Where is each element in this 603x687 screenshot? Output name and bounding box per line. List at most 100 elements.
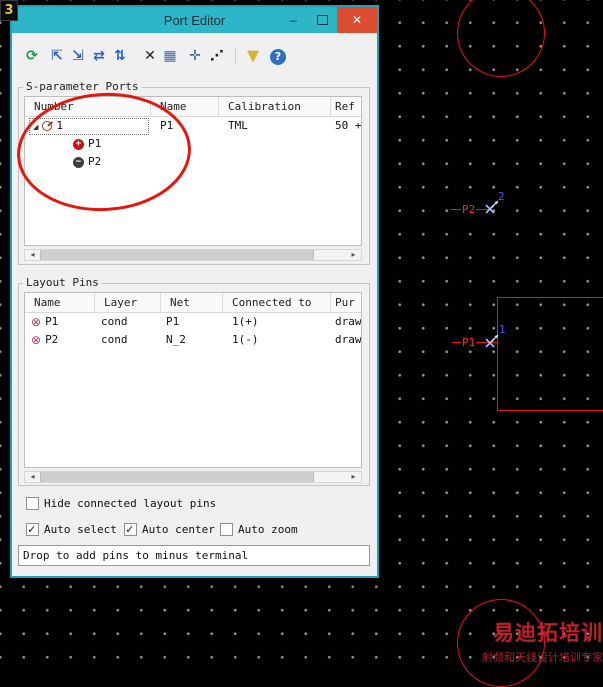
auto-select-option: Auto select: [26, 522, 117, 536]
column-header-net[interactable]: Net: [161, 293, 223, 312]
auto-select-label: Auto select: [44, 523, 117, 536]
port-gauge-icon: [42, 121, 53, 131]
auto-center-checkbox[interactable]: [124, 522, 137, 536]
pin-net: N_2: [166, 333, 186, 346]
watermark: 易迪拓培训 射频和天线设计培训专家: [431, 617, 603, 665]
pin-name: P2: [45, 333, 59, 346]
scroll-left-arrow[interactable]: [25, 250, 40, 260]
port-number-p1: 1: [499, 323, 506, 336]
column-header-ref-impedance[interactable]: Ref I: [331, 97, 361, 116]
auto-center-option: Auto center: [124, 522, 215, 536]
layout-pins-table: Name Layer Net Connected to Pur P1 cond …: [24, 292, 362, 468]
swap-terminals-icon[interactable]: ⇄: [89, 46, 109, 66]
scroll-thumb[interactable]: [40, 472, 314, 482]
column-header-pin-name[interactable]: Name: [25, 293, 95, 312]
properties-icon[interactable]: ▦: [160, 46, 180, 66]
auto-center-label: Auto center: [142, 523, 215, 536]
hide-connected-option: Hide connected layout pins: [26, 497, 216, 510]
port-number-cell: 1: [56, 119, 64, 132]
pins-table-header: Name Layer Net Connected to Pur: [25, 293, 361, 313]
column-header-layer[interactable]: Layer: [95, 293, 161, 312]
pin-to-minus-icon[interactable]: ⇲: [68, 46, 88, 66]
layout-pins-group-label: Layout Pins: [23, 276, 102, 289]
port-name-cell: P1: [160, 119, 174, 132]
pin-layer: cond: [101, 315, 128, 328]
watermark-line1: 易迪拓培训: [493, 621, 603, 645]
maximize-button[interactable]: [308, 7, 337, 33]
pin-purpose: draw: [335, 333, 362, 346]
window-title: Port Editor: [163, 12, 226, 28]
layout-pins-group: Layout Pins Name Layer Net Connected to …: [18, 276, 370, 486]
scroll-right-arrow[interactable]: [346, 472, 361, 482]
plus-terminal-icon: [73, 138, 84, 150]
sparam-ports-table: Number Name Calibration Ref I 1 P1 TML 5…: [24, 96, 362, 246]
pin-net: P1: [166, 315, 180, 328]
pin-row-p2[interactable]: P2 cond N_2 1(-) draw: [25, 331, 361, 349]
pin-connected-to: 1(+): [232, 315, 259, 328]
plus-terminal-name: P1: [88, 137, 102, 150]
pin-icon: [31, 313, 41, 331]
minus-terminal-icon: [73, 156, 84, 168]
pin-purpose: draw: [335, 315, 362, 328]
delete-icon[interactable]: ✕: [140, 46, 160, 66]
port-calibration-cell: TML: [228, 119, 248, 132]
auto-zoom-checkbox[interactable]: [220, 523, 233, 536]
pin-layer: cond: [101, 333, 128, 346]
pins-horizontal-scrollbar[interactable]: [24, 471, 362, 483]
pin-to-plus-icon[interactable]: ⇱: [47, 46, 67, 66]
layout-circle-top: [457, 0, 545, 77]
column-header-number[interactable]: Number: [25, 97, 151, 116]
titlebar[interactable]: Port Editor – ✕: [12, 7, 377, 33]
app-icon: 3: [0, 0, 18, 21]
toolbar-separator: [235, 47, 236, 65]
sparam-table-header: Number Name Calibration Ref I: [25, 97, 361, 117]
hide-connected-label: Hide connected layout pins: [44, 497, 217, 510]
port-editor-window: Port Editor – ✕ ⟳ ⇱ ⇲ ⇄ ⇅ ✕ ▦ ✛ ⋰ ▼ ? S-…: [10, 5, 379, 578]
toolbar: ⟳ ⇱ ⇲ ⇄ ⇅ ✕ ▦ ✛ ⋰ ▼ ?: [12, 33, 377, 69]
auto-zoom-option: Auto zoom: [220, 523, 298, 536]
help-icon[interactable]: ?: [268, 46, 288, 66]
scroll-track[interactable]: [314, 250, 346, 260]
sparam-horizontal-scrollbar[interactable]: [24, 249, 362, 261]
scroll-thumb[interactable]: [40, 250, 314, 260]
close-button[interactable]: ✕: [337, 7, 377, 33]
pin-row-p1[interactable]: P1 cond P1 1(+) draw: [25, 313, 361, 331]
column-header-connected-to[interactable]: Connected to: [223, 293, 331, 312]
port-row[interactable]: 1 P1 TML 50 +: [25, 117, 361, 135]
port-ref-impedance-cell: 50 +: [335, 119, 362, 132]
terminal-row-plus[interactable]: P1: [25, 135, 361, 153]
auto-select-checkbox[interactable]: [26, 522, 39, 536]
drop-hint-text: Drop to add pins to minus terminal: [18, 545, 370, 566]
scroll-left-arrow[interactable]: [25, 472, 40, 482]
net-label-p2: P2: [461, 203, 477, 216]
port-number-p2: 2: [498, 190, 505, 203]
port-marker-p1[interactable]: [484, 334, 500, 350]
refresh-icon[interactable]: ⟳: [22, 46, 42, 66]
connect-icon[interactable]: ⋰: [207, 46, 227, 66]
tree-expander-icon[interactable]: [33, 117, 38, 135]
net-label-p1: P1: [461, 336, 477, 349]
help-glyph: ?: [270, 49, 286, 65]
move-icon[interactable]: ✛: [185, 46, 205, 66]
renumber-ports-icon[interactable]: ⇅: [110, 46, 130, 66]
maximize-icon: [317, 15, 328, 25]
sparam-ports-group-label: S-parameter Ports: [23, 80, 142, 93]
hide-connected-checkbox[interactable]: [26, 497, 39, 510]
column-header-purpose[interactable]: Pur: [331, 293, 361, 312]
pin-icon: [31, 331, 41, 349]
pin-name: P1: [45, 315, 59, 328]
scroll-track[interactable]: [314, 472, 346, 482]
layout-rectangle: [497, 297, 603, 411]
filter-icon[interactable]: ▼: [243, 46, 263, 66]
column-header-name[interactable]: Name: [151, 97, 219, 116]
pin-connected-to: 1(-): [232, 333, 259, 346]
minimize-button[interactable]: –: [279, 7, 308, 33]
terminal-row-minus[interactable]: P2: [25, 153, 361, 171]
minus-terminal-name: P2: [88, 155, 102, 168]
auto-zoom-label: Auto zoom: [238, 523, 298, 536]
window-controls: – ✕: [279, 7, 377, 33]
scroll-right-arrow[interactable]: [346, 250, 361, 260]
watermark-line2: 射频和天线设计培训专家: [482, 651, 603, 664]
sparam-ports-group: S-parameter Ports Number Name Calibratio…: [18, 80, 370, 265]
column-header-calibration[interactable]: Calibration: [219, 97, 331, 116]
